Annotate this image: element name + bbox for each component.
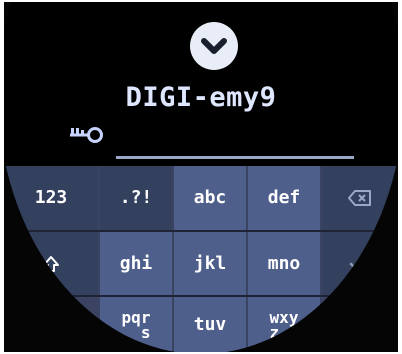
keyboard: 123 .?! abc def ghi jkl mno pqr s tuv wx…	[4, 166, 398, 352]
key-tuv[interactable]: tuv	[174, 297, 246, 352]
key-wxyz[interactable]: wxy z	[248, 297, 320, 352]
shift-icon	[43, 255, 59, 272]
shift-key[interactable]	[4, 232, 98, 295]
empty-key-slot	[4, 297, 98, 352]
password-input[interactable]	[116, 156, 354, 159]
key-wxyz-bottom: z	[269, 322, 280, 342]
key-jkl[interactable]: jkl	[174, 232, 246, 295]
round-display: DIGI-emy9 123 .?! abc def ghi jkl mno pq…	[4, 2, 398, 352]
key-pqrs[interactable]: pqr s	[100, 297, 172, 352]
key-mno[interactable]: mno	[248, 232, 320, 295]
key-abc[interactable]: abc	[174, 166, 246, 230]
key-def[interactable]: def	[248, 166, 320, 230]
check-icon	[349, 256, 371, 271]
enter-key[interactable]	[322, 232, 398, 295]
chevron-down-icon	[201, 38, 227, 54]
key-icon	[70, 127, 103, 143]
backspace-key[interactable]	[322, 166, 398, 230]
key-123[interactable]: 123	[4, 166, 98, 230]
network-name: DIGI-emy9	[125, 82, 277, 113]
key-punctuation[interactable]: .?!	[100, 166, 172, 230]
watch-screen: DIGI-emy9 123 .?! abc def ghi jkl mno pq…	[4, 2, 398, 352]
backspace-icon	[348, 190, 371, 206]
key-pqrs-bottom: s	[140, 322, 151, 342]
key-ghi[interactable]: ghi	[100, 232, 172, 295]
collapse-button[interactable]	[190, 22, 238, 70]
empty-key-slot	[322, 297, 398, 352]
